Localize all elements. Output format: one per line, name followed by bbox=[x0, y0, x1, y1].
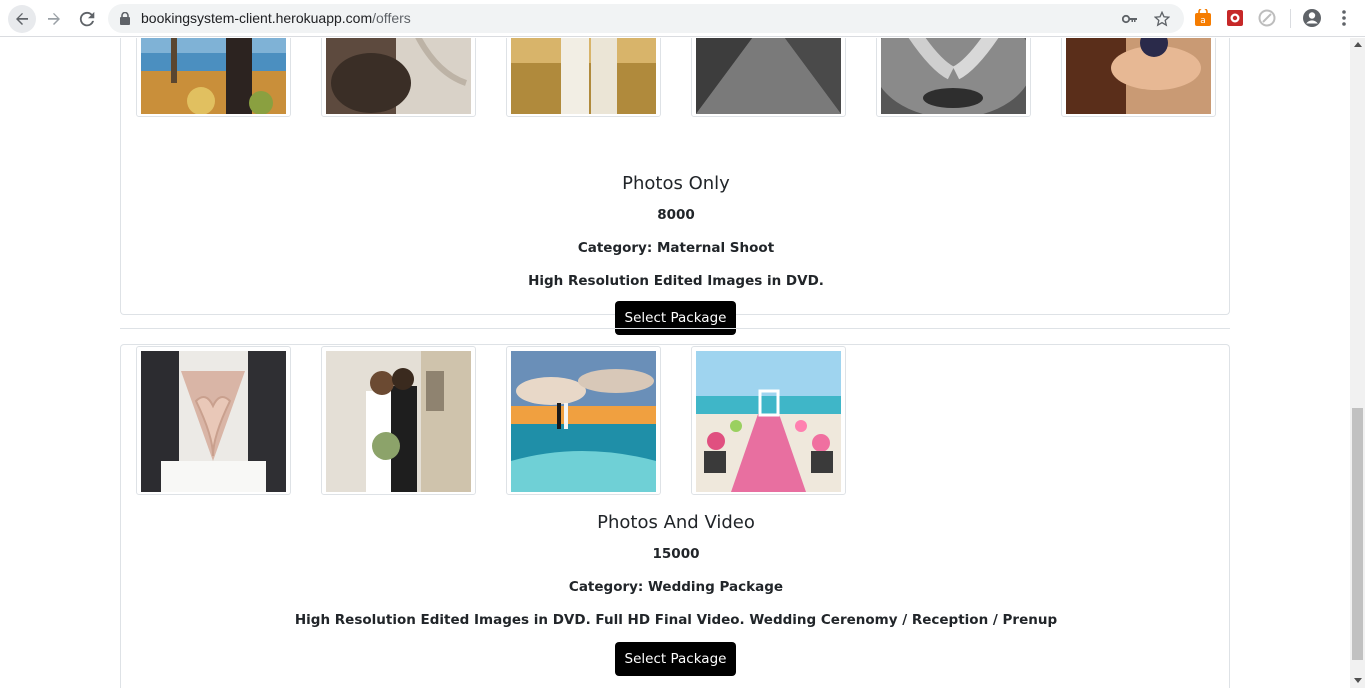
package-description: High Resolution Edited Images in DVD. bbox=[528, 273, 824, 289]
package-description: High Resolution Edited Images in DVD. Fu… bbox=[294, 612, 1058, 628]
vertical-scrollbar[interactable] bbox=[1350, 38, 1365, 688]
key-icon[interactable] bbox=[1120, 9, 1140, 29]
select-package-button[interactable]: Select Package bbox=[615, 301, 736, 335]
extension-icon[interactable] bbox=[1258, 9, 1276, 27]
package-photo bbox=[506, 38, 661, 117]
package-photo bbox=[321, 346, 476, 495]
select-package-button[interactable]: Select Package bbox=[615, 642, 736, 676]
package-photo bbox=[1061, 38, 1216, 117]
reload-button[interactable] bbox=[73, 5, 101, 33]
scroll-down-arrow-icon[interactable] bbox=[1354, 678, 1362, 683]
star-icon[interactable] bbox=[1152, 9, 1172, 29]
extension-icon[interactable] bbox=[1226, 9, 1244, 27]
package-divider bbox=[120, 328, 1230, 329]
package-photo bbox=[876, 38, 1031, 117]
extension-icon[interactable]: a bbox=[1194, 7, 1212, 27]
forward-button[interactable] bbox=[40, 5, 68, 33]
package-photo bbox=[136, 346, 291, 495]
lock-icon bbox=[120, 12, 130, 25]
reload-icon bbox=[79, 11, 95, 27]
svg-text:a: a bbox=[1200, 16, 1206, 26]
browser-toolbar: bookingsystem-client.herokuapp.com/offer… bbox=[0, 0, 1365, 37]
package-photo bbox=[321, 38, 476, 117]
toolbar-separator bbox=[1290, 9, 1291, 28]
scroll-up-arrow-icon[interactable] bbox=[1354, 42, 1362, 47]
package-photo bbox=[506, 346, 661, 495]
package-title: Photos Only bbox=[622, 173, 730, 194]
package-photo bbox=[136, 38, 291, 117]
package-category: Category: Wedding Package bbox=[568, 579, 784, 595]
menu-icon[interactable] bbox=[1336, 9, 1352, 27]
url-path: /offers bbox=[372, 10, 411, 26]
page-viewport: Photos Only 8000 Category: Maternal Shoo… bbox=[0, 38, 1350, 688]
forward-icon bbox=[48, 13, 60, 25]
package-card: Photos And Video 15000 Category: Wedding… bbox=[120, 344, 1230, 688]
package-photo bbox=[691, 38, 846, 117]
package-price: 8000 bbox=[657, 207, 695, 223]
package-title: Photos And Video bbox=[597, 512, 755, 533]
package-card: Photos Only 8000 Category: Maternal Shoo… bbox=[120, 38, 1230, 335]
package-price: 15000 bbox=[652, 546, 700, 562]
back-button[interactable] bbox=[8, 5, 36, 33]
address-bar[interactable]: bookingsystem-client.herokuapp.com/offer… bbox=[108, 4, 1184, 33]
package-photo bbox=[691, 346, 846, 495]
package-category: Category: Maternal Shoot bbox=[577, 240, 775, 256]
url-text: bookingsystem-client.herokuapp.com/offer… bbox=[141, 10, 411, 26]
url-host: bookingsystem-client.herokuapp.com bbox=[141, 10, 373, 26]
scroll-thumb[interactable] bbox=[1352, 408, 1363, 660]
back-icon bbox=[16, 13, 28, 25]
account-icon[interactable] bbox=[1302, 8, 1322, 28]
